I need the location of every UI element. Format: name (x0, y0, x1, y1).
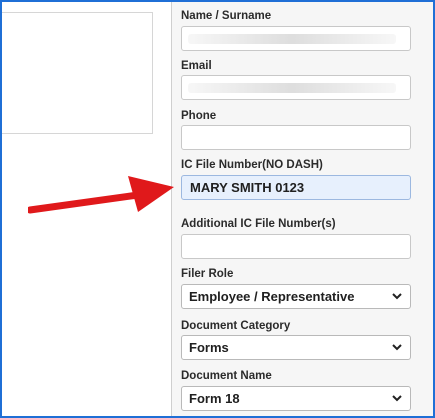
filing-form: Name / Surname Email Phone IC File Numbe… (172, 2, 433, 416)
chevron-down-icon (392, 293, 402, 300)
email-label: Email (181, 60, 212, 72)
red-arrow-annotation (28, 176, 174, 214)
document-category-selected-value: Forms (189, 340, 229, 355)
screenshot-frame: Name / Surname Email Phone IC File Numbe… (0, 0, 435, 418)
ic-file-number-input[interactable]: MARY SMITH 0123 (181, 175, 411, 200)
document-category-label: Document Category (181, 320, 291, 332)
left-content-box (2, 12, 153, 134)
chevron-down-icon (392, 344, 402, 351)
email-input[interactable] (181, 75, 411, 100)
name-surname-label: Name / Surname (181, 10, 272, 22)
chevron-down-icon (392, 395, 402, 402)
document-name-selected-value: Form 18 (189, 391, 240, 406)
phone-input[interactable] (181, 125, 411, 150)
document-name-label: Document Name (181, 370, 272, 382)
name-surname-input[interactable] (181, 26, 411, 51)
filer-role-label: Filer Role (181, 268, 234, 280)
additional-ic-file-label: Additional IC File Number(s) (181, 218, 336, 230)
document-category-select[interactable]: Forms (181, 335, 411, 360)
filer-role-select[interactable]: Employee / Representative (181, 284, 411, 309)
phone-label: Phone (181, 110, 217, 122)
filer-role-selected-value: Employee / Representative (189, 289, 355, 304)
document-name-select[interactable]: Form 18 (181, 386, 411, 411)
ic-file-number-label: IC File Number(NO DASH) (181, 159, 323, 171)
additional-ic-file-input[interactable] (181, 234, 411, 259)
